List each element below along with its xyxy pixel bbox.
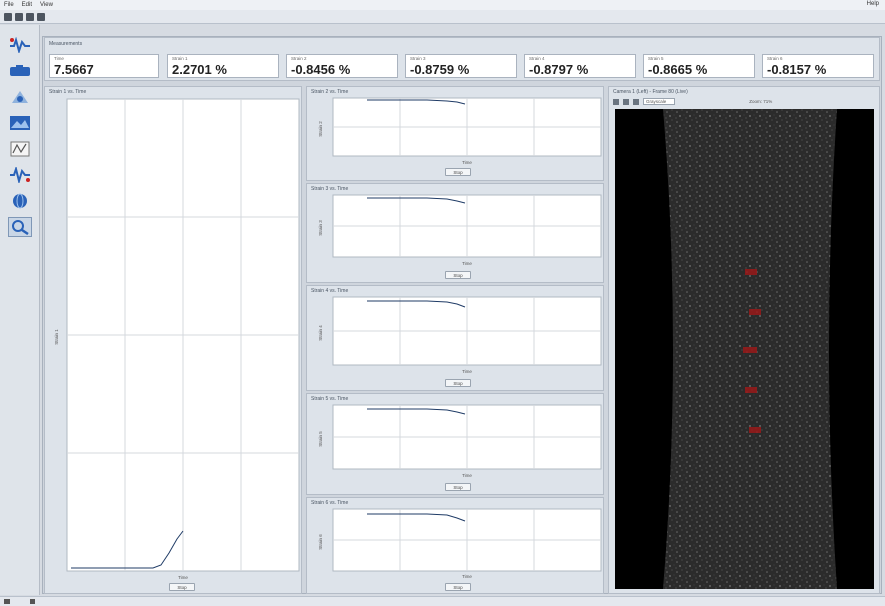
- zoom-out-icon[interactable]: [623, 98, 629, 105]
- strain-marker-4: [745, 387, 757, 393]
- stop-button[interactable]: Stop: [445, 483, 471, 491]
- measurement-label: Time: [54, 56, 64, 61]
- globe-icon[interactable]: [8, 191, 32, 211]
- y-axis-label: Strain 3: [318, 220, 323, 236]
- measurements-title: Measurements: [49, 41, 83, 47]
- measurement-strain-2: Strain 2 -0.8456 %: [286, 54, 398, 78]
- menu-file[interactable]: File: [4, 2, 14, 8]
- strain-6-chart: Strain 6 Time: [318, 508, 602, 579]
- camera-icon[interactable]: [8, 61, 32, 81]
- measurement-value: 7.5667: [54, 62, 94, 77]
- menu-bar: File Edit View Help: [0, 0, 885, 10]
- status-icon: [30, 599, 35, 604]
- strain-1-chart-panel: Strain 1 vs. Time Strain 1 Time Stop: [44, 86, 302, 594]
- measurement-label: Strain 5: [648, 56, 664, 61]
- menu-edit[interactable]: Edit: [22, 2, 32, 8]
- strain-4-chart: Strain 4 Time: [318, 296, 602, 374]
- strain-3-chart: Strain 3 Time: [318, 194, 602, 266]
- measurement-label: Strain 2: [291, 56, 307, 61]
- stop-button[interactable]: Stop: [445, 271, 471, 279]
- toolbar: [0, 10, 885, 24]
- fit-icon[interactable]: [633, 98, 639, 105]
- specimen-image: [663, 109, 837, 589]
- measurement-strain-5: Strain 5 -0.8665 %: [643, 54, 755, 78]
- measurement-value: -0.8665 %: [648, 62, 708, 77]
- strain-2-chart-panel: Strain 2 vs. Time Strain 2 Time Stop: [306, 86, 604, 181]
- measurement-value: -0.8456 %: [291, 62, 351, 77]
- measurement-label: Strain 1: [172, 56, 188, 61]
- analysis-search-icon[interactable]: [8, 217, 32, 237]
- strain-marker-2: [749, 309, 761, 315]
- zoom-readout: Zoom: 71%: [749, 99, 773, 104]
- measurement-label: Strain 6: [767, 56, 783, 61]
- x-axis-label: Time: [462, 473, 472, 478]
- strain-marker-3: [743, 347, 757, 353]
- new-icon[interactable]: [4, 12, 12, 21]
- camera-panel: Camera 1 (Left) - Frame 80 (Live) Graysc…: [608, 86, 880, 594]
- strain-4-chart-panel: Strain 4 vs. Time Strain 4 Time Stop: [306, 285, 604, 391]
- measurement-strain-6: Strain 6 -0.8157 %: [762, 54, 874, 78]
- status-icon: [4, 599, 10, 604]
- y-axis-label: Strain 1: [54, 329, 59, 345]
- measurement-strain-1: Strain 1 2.2701 %: [167, 54, 279, 78]
- stop-button[interactable]: Stop: [445, 583, 471, 591]
- menu-view[interactable]: View: [40, 2, 53, 8]
- y-axis-label: Strain 5: [318, 431, 323, 447]
- strain-5-chart: Strain 5 Time: [318, 404, 602, 478]
- print-icon[interactable]: [37, 12, 45, 21]
- camera-toolbar: Grayscale Zoom: 71%: [613, 97, 772, 106]
- measurement-value: -0.8759 %: [410, 62, 470, 77]
- strain-marker-1: [745, 269, 757, 275]
- y-axis-label: Strain 6: [318, 534, 323, 550]
- signal-add-icon[interactable]: [8, 35, 32, 55]
- x-axis-label: Time: [462, 369, 472, 374]
- x-axis-label: Time: [462, 261, 472, 266]
- measurement-label: Strain 4: [529, 56, 545, 61]
- zoom-in-icon[interactable]: [613, 98, 619, 105]
- left-tool-bar: [0, 25, 40, 595]
- strain-6-chart-panel: Strain 6 vs. Time Strain 6 Time Stop: [306, 497, 604, 594]
- status-bar: [0, 596, 885, 606]
- measurements-panel: Measurements Time 7.5667 Strain 1 2.2701…: [44, 37, 880, 81]
- image-icon[interactable]: [8, 113, 32, 133]
- stop-button[interactable]: Stop: [445, 168, 471, 176]
- measurement-strain-4: Strain 4 -0.8797 %: [524, 54, 636, 78]
- strain-3-chart-panel: Strain 3 vs. Time Strain 3 Time Stop: [306, 183, 604, 283]
- graph-icon[interactable]: [8, 139, 32, 159]
- strain-5-chart-panel: Strain 5 vs. Time Strain 5 Time Stop: [306, 393, 604, 495]
- stop-button[interactable]: Stop: [445, 379, 471, 387]
- display-mode-select[interactable]: Grayscale: [643, 98, 676, 105]
- measurement-time: Time 7.5667: [49, 54, 159, 78]
- signal-icon[interactable]: [8, 165, 32, 185]
- stop-button[interactable]: Stop: [169, 583, 195, 591]
- measurement-value: -0.8797 %: [529, 62, 589, 77]
- camera-image[interactable]: [615, 109, 874, 589]
- menu-help[interactable]: Help: [867, 1, 879, 7]
- open-icon[interactable]: [15, 12, 23, 21]
- strain-1-chart: Strain 1 Time: [54, 98, 300, 580]
- measurement-value: 2.2701 %: [172, 62, 227, 77]
- measurement-strain-3: Strain 3 -0.8759 %: [405, 54, 517, 78]
- x-axis-label: Time: [462, 160, 472, 165]
- x-axis-label: Time: [462, 574, 472, 579]
- save-icon[interactable]: [26, 12, 34, 21]
- measurement-value: -0.8157 %: [767, 62, 827, 77]
- measurement-label: Strain 3: [410, 56, 426, 61]
- strain-marker-5: [749, 427, 761, 433]
- y-axis-label: Strain 4: [318, 325, 323, 341]
- calibration-icon[interactable]: [8, 87, 32, 107]
- y-axis-label: Strain 2: [318, 121, 323, 137]
- camera-title: Camera 1 (Left) - Frame 80 (Live): [613, 89, 688, 95]
- x-axis-label: Time: [178, 575, 188, 580]
